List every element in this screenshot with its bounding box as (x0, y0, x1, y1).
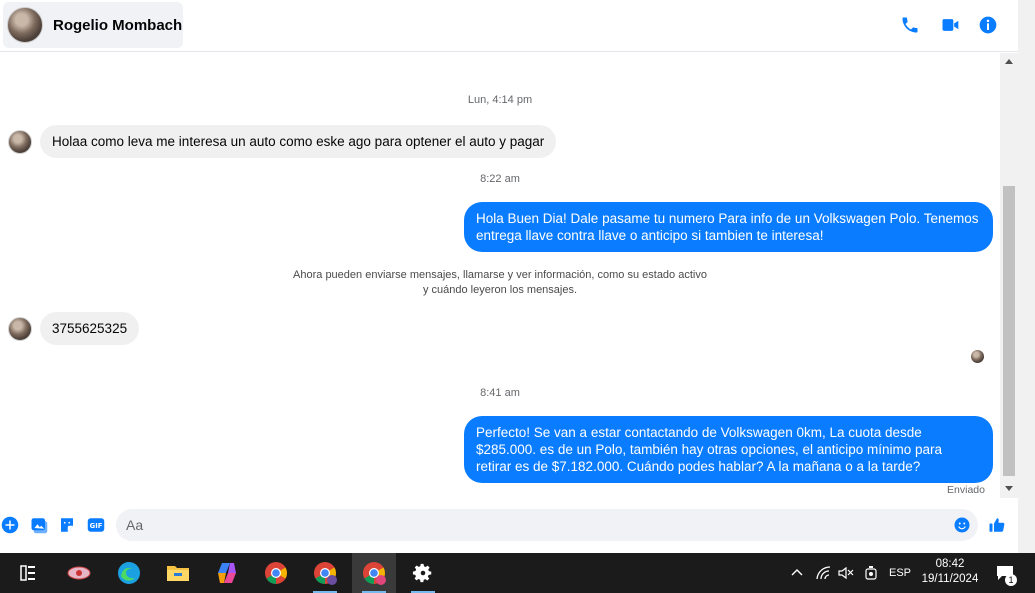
message-list[interactable]: Lun, 4:14 pm Holaa como leva me interesa… (0, 53, 1000, 498)
privacy-notice: Ahora pueden enviarse mensajes, llamarse… (0, 268, 1000, 298)
video-call-icon[interactable] (939, 14, 961, 36)
outgoing-message[interactable]: Hola Buen Dia! Dale pasame tu numero Par… (464, 202, 993, 252)
image-icon[interactable] (29, 515, 49, 535)
seen-indicator-avatar (971, 350, 984, 363)
incoming-message[interactable]: 3755625325 (40, 312, 140, 345)
chat-header: Rogelio Mombach (0, 0, 1018, 52)
settings-gear-icon[interactable] (401, 553, 445, 593)
clock-time: 08:42 (935, 558, 965, 570)
incoming-message[interactable]: Holaa como leva me interesa un auto como… (40, 125, 557, 158)
sender-avatar[interactable] (8, 316, 32, 341)
add-icon[interactable] (0, 515, 20, 535)
contact-name[interactable]: Rogelio Mombach (53, 17, 182, 34)
clock-date: 19/11/2024 (921, 573, 979, 585)
chrome-profile-icon[interactable] (303, 553, 347, 593)
system-clock[interactable]: 08:42 19/11/2024 (912, 557, 988, 587)
thumbs-up-icon[interactable] (987, 515, 1007, 535)
timestamp: 8:22 am (480, 173, 520, 185)
chrome-icon[interactable] (254, 553, 298, 593)
message-composer: GIF (0, 505, 1035, 545)
scroll-down-arrow[interactable] (1005, 486, 1013, 491)
contact-info[interactable]: Rogelio Mombach (3, 2, 183, 48)
chevron-up-icon[interactable] (788, 553, 806, 593)
sender-avatar[interactable] (8, 129, 32, 154)
scroll-up-arrow[interactable] (1005, 59, 1013, 64)
copilot-icon[interactable] (205, 553, 249, 593)
outgoing-message[interactable]: Perfecto! Se van a estar contactando de … (464, 416, 993, 483)
incoming-message-row: Holaa como leva me interesa un auto como… (8, 125, 557, 158)
task-view-icon[interactable] (6, 553, 50, 593)
sticker-icon[interactable] (57, 515, 77, 535)
window-scrollbar[interactable] (1018, 0, 1035, 553)
wifi-icon[interactable] (814, 553, 834, 593)
notification-center-icon[interactable]: 1 (992, 553, 1018, 593)
sent-status: Enviado (947, 484, 985, 496)
message-input[interactable] (116, 509, 978, 541)
camera-in-use-icon[interactable] (861, 553, 881, 593)
scroll-thumb[interactable] (1003, 186, 1015, 476)
timestamp: Lun, 4:14 pm (467, 94, 533, 106)
edge-browser-icon[interactable] (107, 553, 151, 593)
file-explorer-icon[interactable] (156, 553, 200, 593)
windows-taskbar: ESP 08:42 19/11/2024 1 (0, 553, 1035, 593)
messenger-window: Rogelio Mombach Lun, 4:14 pm Holaa como … (0, 0, 1035, 553)
privacy-notice-line: y cuándo leyeron los mensajes. (422, 284, 578, 296)
contact-avatar[interactable] (7, 7, 43, 43)
svg-text:GIF: GIF (90, 522, 103, 530)
info-icon[interactable] (977, 14, 999, 36)
app-petal-icon[interactable] (57, 553, 101, 593)
gif-icon[interactable]: GIF (86, 515, 106, 535)
chrome-profile-active-icon[interactable] (352, 553, 396, 593)
phone-icon[interactable] (899, 14, 921, 36)
speaker-muted-icon[interactable] (836, 553, 856, 593)
message-scrollbar[interactable] (1000, 53, 1018, 498)
language-indicator[interactable]: ESP (889, 553, 911, 593)
timestamp: 8:41 am (480, 387, 520, 399)
notification-count-badge: 1 (1005, 574, 1017, 586)
privacy-notice-line: Ahora pueden enviarse mensajes, llamarse… (293, 269, 707, 281)
emoji-icon[interactable] (952, 515, 972, 535)
incoming-message-row: 3755625325 (8, 312, 140, 345)
